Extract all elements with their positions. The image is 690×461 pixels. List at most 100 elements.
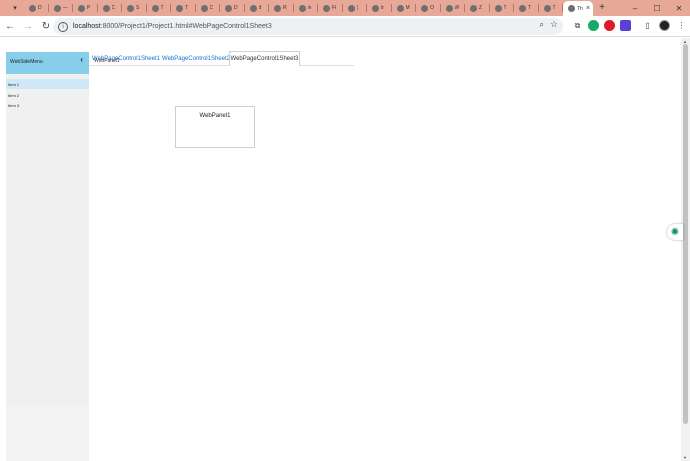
browser-tab-label: T [185,5,189,11]
browser-tab[interactable]: in [294,1,319,15]
github-icon [29,4,36,12]
browser-tab-label: Z [479,5,483,11]
url-host: localhost [73,23,101,30]
close-window-icon[interactable]: ✕ [668,0,690,16]
extension-purple-icon[interactable] [620,20,631,31]
url-path: :8000/Project1/Project1.html#WebPageCont… [100,23,272,30]
forward-arrow-icon[interactable]: → [20,18,36,34]
browser-tab[interactable]: R [269,1,294,15]
page-content: WebSideMenu ‹ Item 1 Item 2 Item 3 WebPa… [0,38,680,461]
browser-tab-label: D [234,5,238,11]
extension-puzzle-icon[interactable]: ⧉ [572,20,583,31]
bird-icon [274,4,281,12]
messenger-icon [396,4,404,12]
side-menu-footer [6,407,89,461]
close-tab-icon[interactable]: × [586,5,590,12]
browser-tab[interactable]: C [196,1,221,15]
github-icon [494,4,502,12]
globe-icon [127,4,134,12]
browser-tab-label: T [160,5,164,11]
github-icon [519,4,526,12]
chrome-icon [421,4,428,12]
browser-tab[interactable]: tr [367,1,392,15]
side-menu-item-1[interactable]: Item 1 [6,79,89,89]
browser-tab-active[interactable]: Th × [563,1,593,16]
browser-tab-label: T [552,5,556,11]
chrome-icon [225,4,232,12]
browser-tab-label: d [258,5,262,11]
scroll-down-icon[interactable]: ▼ [683,455,687,460]
browser-tab-label: tr [381,5,385,11]
chrome-icon [102,4,110,12]
browser-tab-label: ( [356,5,359,11]
browser-tab[interactable]: D [220,1,245,15]
back-arrow-icon[interactable]: ← [2,18,18,34]
scrollbar-thumb[interactable] [683,44,688,424]
browser-tab-label: M [405,5,410,11]
firefox-icon [249,4,257,12]
github-icon [78,4,85,12]
browser-tab[interactable]: ( [343,1,368,15]
browser-tab-label: W [454,5,460,11]
side-menu-header[interactable]: WebSideMenu ‹ [6,52,89,74]
side-menu-title: WebSideMenu [10,59,43,65]
side-menu-item-3[interactable]: Item 3 [6,100,89,110]
browser-tab[interactable]: T [539,1,564,15]
browser-tab-label: D [38,5,42,11]
zoom-icon[interactable]: ⌕ [540,20,544,30]
tab-webpagecontrol1sheet2[interactable]: WebPageControl1Sheet2 [162,51,230,66]
address-bar[interactable]: i localhost:8000/Project1/Project1.html#… [53,18,563,35]
browser-toolbar: ← → ↻ i localhost:8000/Project1/Project1… [0,16,690,37]
side-menu-item-2[interactable]: Item 2 [6,90,89,100]
web-panel-caption: WebPanel1 [199,113,231,119]
browser-tab-label: C [209,5,214,11]
browser-tab-label: T [503,5,507,11]
extension-red-icon[interactable] [604,20,615,31]
browser-tab[interactable]: Z [465,1,490,15]
side-panel-icon[interactable]: ▯ [642,20,653,31]
side-menu-item-label: Item 1 [8,81,20,87]
page-icon [151,4,159,12]
tab-webpagecontrol1sheet3[interactable]: WebPageControl1Sheet3 [229,51,300,66]
bookmark-star-icon[interactable]: ☆ [550,19,558,30]
maximize-icon[interactable]: ☐ [646,0,668,16]
browser-tab[interactable]: T [147,1,172,15]
reload-icon[interactable]: ↻ [38,18,54,34]
browser-tab[interactable]: Fi [318,1,343,15]
browser-tab-label: in [307,5,312,11]
browser-tab[interactable]: S [122,1,147,15]
github-icon [543,4,551,12]
tab-search-icon[interactable]: ▾ [8,1,22,15]
browser-tab[interactable]: — [49,1,74,15]
browser-tab-label: Fi [332,5,337,11]
x-icon [323,4,330,12]
page-icon [200,4,208,12]
browser-tab[interactable]: T [490,1,515,15]
assistant-icon[interactable]: ✺ [667,224,683,240]
more-options-icon[interactable]: ⋮ [676,20,687,31]
profile-avatar[interactable] [659,20,670,31]
collapse-chevron-icon[interactable]: ‹ [80,55,83,64]
browser-tab[interactable]: W [441,1,466,15]
browser-tab[interactable]: T [171,1,196,15]
browser-tab[interactable]: O [416,1,441,15]
page-scrollbar[interactable]: ▲ ▼ [681,38,690,461]
side-menu-item-label: Item 3 [8,102,20,108]
browser-tab-label: — [62,5,68,11]
github-icon [176,4,183,12]
browser-tab-label: T [528,5,532,11]
browser-tab-label: Th [577,5,583,12]
new-tab-button[interactable]: + [595,0,609,14]
browser-tab-label: R [283,5,287,11]
browser-tab[interactable]: d [245,1,270,15]
browser-tab[interactable]: M [392,1,417,15]
browser-tab[interactable]: P [73,1,98,15]
browser-tab[interactable]: T [514,1,539,15]
github-icon [298,4,306,12]
url-text[interactable]: localhost:8000/Project1/Project1.html#We… [73,23,272,30]
minimize-icon[interactable]: – [624,0,646,16]
site-info-icon[interactable]: i [58,21,68,32]
browser-tab[interactable]: D [24,1,49,15]
extension-green-icon[interactable] [588,20,599,31]
browser-tab[interactable]: C [98,1,123,15]
